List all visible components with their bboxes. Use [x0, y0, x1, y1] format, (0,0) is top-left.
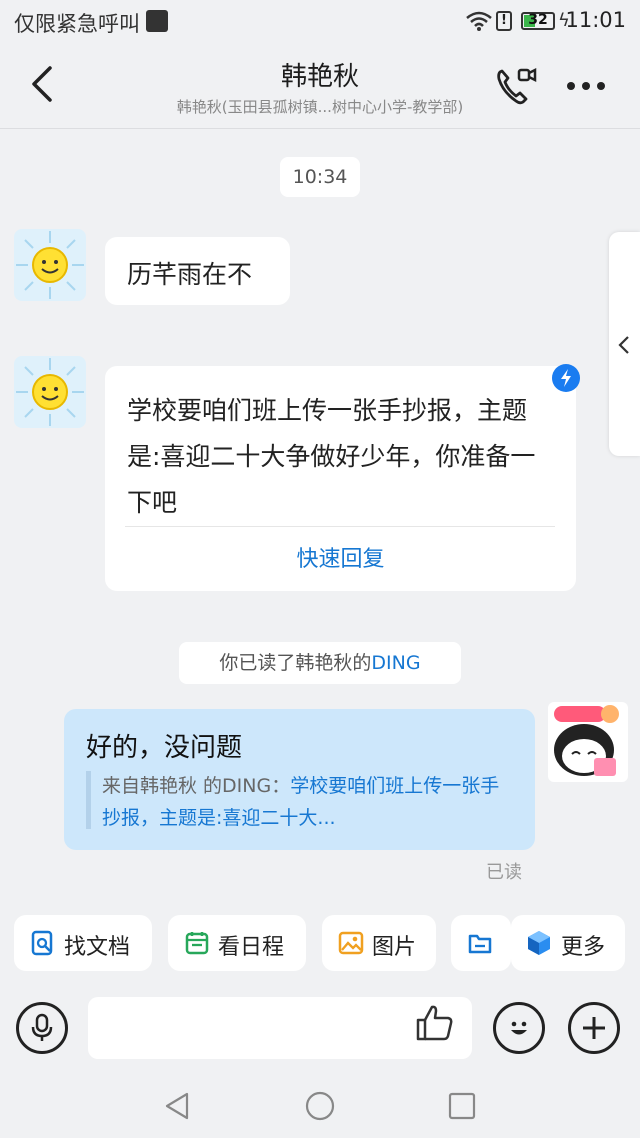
- image-icon: [338, 931, 364, 955]
- quote-source: 来自韩艳秋 的DING：: [102, 775, 291, 797]
- chevron-left-icon: [618, 336, 629, 354]
- message-text: 历芊雨在不: [127, 260, 253, 289]
- folder-icon: [468, 934, 492, 954]
- plus-button[interactable]: [568, 1002, 620, 1054]
- emoji-button[interactable]: [493, 1002, 545, 1054]
- more-tools-label: 更多: [561, 935, 606, 960]
- status-bar: 仅限紧急呼叫 ! 32 ϟ 11:01: [0, 0, 640, 44]
- view-schedule-label: 看日程: [218, 935, 285, 960]
- sun-avatar-icon: [16, 231, 84, 299]
- ding-message-bubble[interactable]: 学校要咱们班上传一张手抄报，主题是:喜迎二十大争做好少年，你准备一下吧 快速回复: [105, 366, 576, 591]
- more-tools-button[interactable]: 更多: [511, 915, 625, 971]
- divider: [125, 526, 555, 527]
- file-button[interactable]: [451, 915, 511, 971]
- nav-back-icon[interactable]: [163, 1091, 193, 1121]
- alert-icon: !: [496, 11, 512, 31]
- image-label: 图片: [372, 935, 417, 960]
- ding-notice-text: 你已读了韩艳秋的: [219, 652, 372, 674]
- plus-icon: [583, 1017, 605, 1039]
- clock: 11:01: [565, 8, 626, 32]
- message-bubble-outgoing[interactable]: 好的，没问题 来自韩艳秋 的DING：学校要咱们班上传一张手抄报，主题是:喜迎二…: [64, 709, 535, 850]
- ding-read-notice: 你已读了韩艳秋的DING: [179, 642, 461, 684]
- carrier-label: 仅限紧急呼叫: [14, 12, 140, 36]
- my-avatar[interactable]: [548, 702, 628, 782]
- message-bubble-incoming[interactable]: 历芊雨在不: [105, 237, 290, 305]
- quoted-ding[interactable]: 来自韩艳秋 的DING：学校要咱们班上传一张手抄报，主题是:喜迎二十大...: [102, 770, 512, 834]
- find-docs-button[interactable]: 找文档: [14, 915, 152, 971]
- ding-label[interactable]: DING: [371, 652, 420, 674]
- find-docs-label: 找文档: [64, 935, 131, 960]
- video-call-icon[interactable]: [494, 66, 538, 108]
- input-bar: [0, 985, 640, 1073]
- contact-avatar[interactable]: [14, 356, 86, 428]
- side-panel-handle[interactable]: [609, 232, 640, 456]
- battery-icon: 32: [521, 12, 555, 30]
- cube-icon: [528, 931, 550, 955]
- chat-header: 韩艳秋 韩艳秋(玉田县孤树镇...树中心小学-教学部): [0, 44, 640, 129]
- nav-home-icon[interactable]: [305, 1091, 335, 1121]
- search-doc-icon: [31, 930, 53, 956]
- microphone-icon: [31, 1013, 53, 1041]
- sun-avatar-icon: [16, 358, 84, 426]
- voice-button[interactable]: [16, 1002, 68, 1054]
- chat-title[interactable]: 韩艳秋: [120, 56, 520, 93]
- timestamp-chip: 10:34: [280, 157, 360, 197]
- smile-icon: [511, 1021, 527, 1035]
- calendar-icon: [185, 932, 209, 955]
- quote-bar: [86, 771, 91, 829]
- more-options-icon[interactable]: [566, 80, 606, 92]
- cartoon-avatar-icon: [554, 705, 619, 776]
- wifi-icon: [466, 11, 492, 31]
- contact-avatar[interactable]: [14, 229, 86, 301]
- notification-icon: [146, 10, 168, 32]
- read-status: 已读: [486, 862, 522, 883]
- image-button[interactable]: 图片: [322, 915, 436, 971]
- ding-lightning-icon: [552, 364, 580, 392]
- chat-subtitle: 韩艳秋(玉田县孤树镇...树中心小学-教学部): [176, 98, 464, 116]
- back-icon[interactable]: [28, 64, 58, 104]
- message-text: 学校要咱们班上传一张手抄报，主题是:喜迎二十大争做好少年，你准备一下吧: [127, 396, 536, 517]
- system-nav-bar: [0, 1073, 640, 1138]
- message-text: 好的，没问题: [86, 733, 243, 763]
- view-schedule-button[interactable]: 看日程: [168, 915, 306, 971]
- battery-level: 32: [528, 12, 548, 28]
- quick-reply-button[interactable]: 快速回复: [105, 541, 576, 573]
- nav-recents-icon[interactable]: [448, 1092, 476, 1120]
- thumbs-up-icon[interactable]: [414, 1003, 456, 1043]
